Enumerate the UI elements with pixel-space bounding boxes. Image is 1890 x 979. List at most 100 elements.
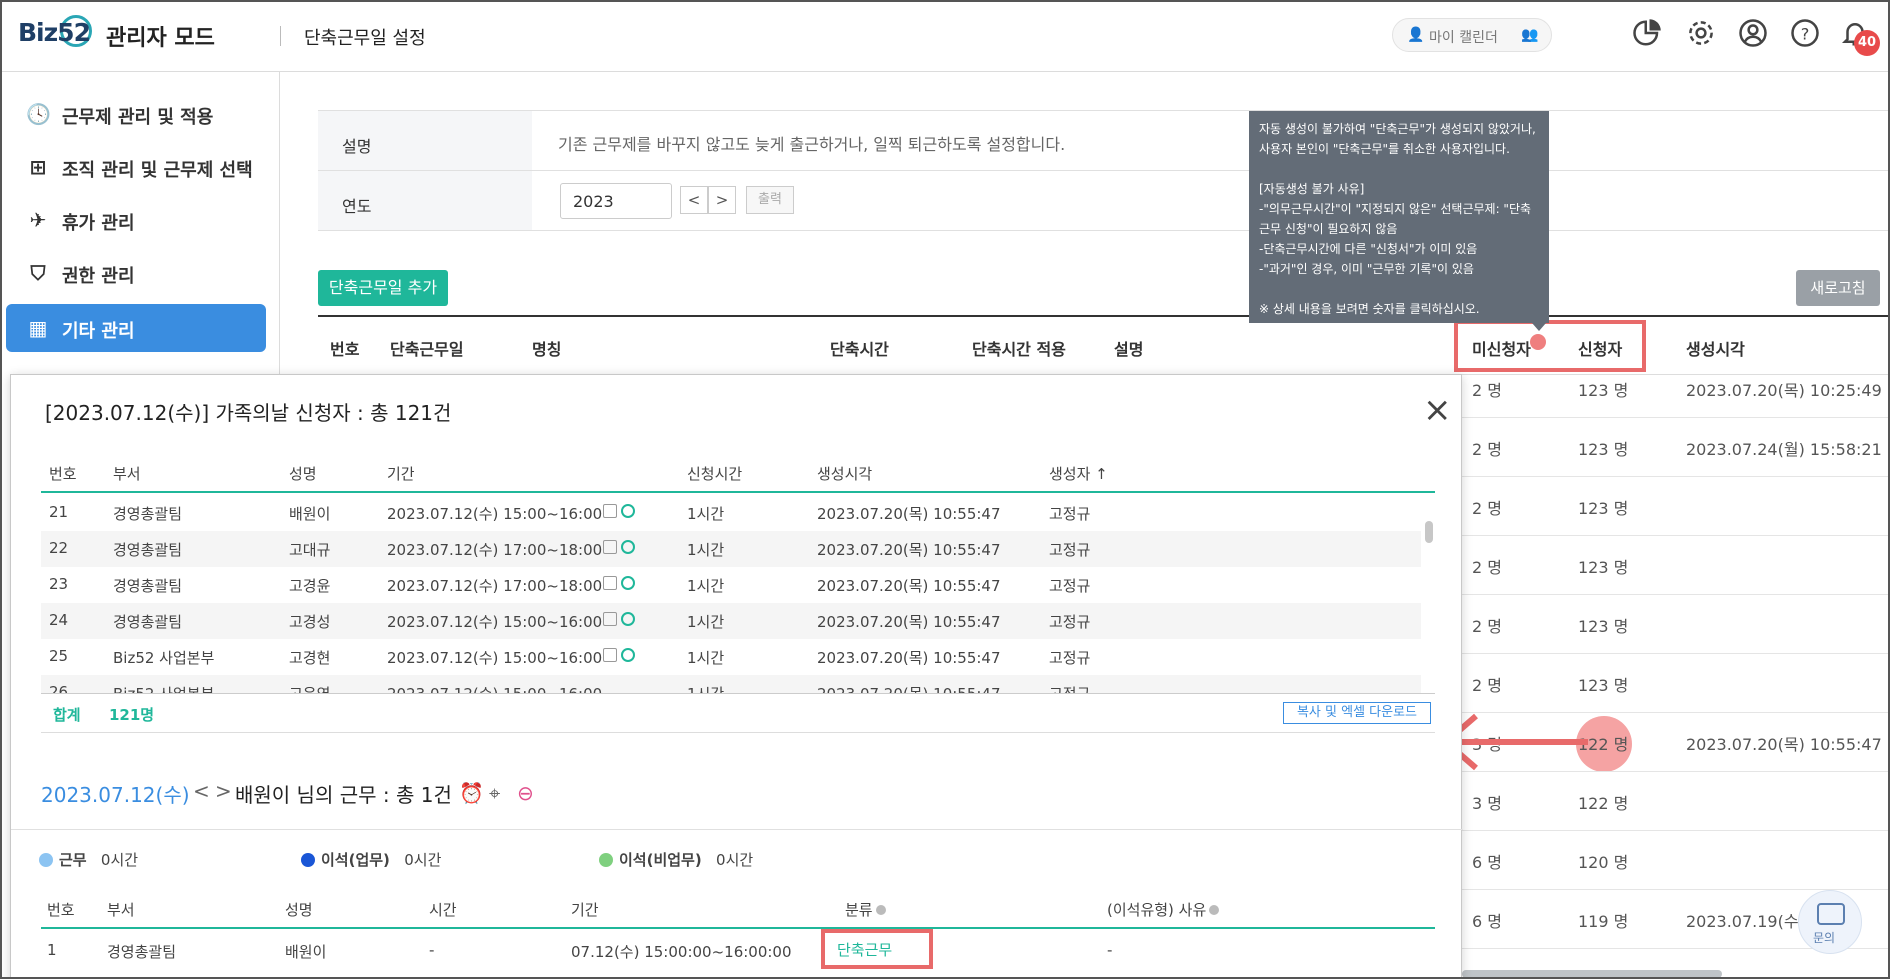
document-icon[interactable] <box>603 504 617 518</box>
col-date[interactable]: 단축근무일 <box>390 336 464 360</box>
col-short-apply[interactable]: 단축시간 적용 <box>972 336 1066 360</box>
col-name[interactable]: 성명 <box>289 463 317 484</box>
day-prev-button[interactable]: < <box>193 779 210 803</box>
sidebar-item-label: 권한 관리 <box>62 266 135 287</box>
history-icon[interactable] <box>621 504 635 518</box>
history-icon[interactable] <box>621 576 635 590</box>
add-short-workday-button[interactable]: 단축근무일 추가 <box>318 270 448 306</box>
excel-download-button[interactable]: 복사 및 엑셀 다운로드 <box>1283 702 1431 724</box>
short-work-category[interactable]: 단축근무 <box>821 929 933 969</box>
pie-chart-icon[interactable] <box>1630 18 1664 52</box>
applied-count[interactable]: 123 명 <box>1578 554 1628 578</box>
col-name[interactable]: 명칭 <box>532 336 561 360</box>
col-created[interactable]: 생성시각 <box>1686 336 1745 360</box>
applied-count[interactable]: 123 명 <box>1578 672 1628 696</box>
col-name[interactable]: 성명 <box>285 899 313 920</box>
col-short-time[interactable]: 단축시간 <box>830 336 889 360</box>
sidebar-item-etc[interactable]: ▦ 기타 관리 <box>6 304 266 352</box>
applied-count[interactable]: 122 명 <box>1578 790 1628 814</box>
unapplied-count[interactable]: 6 명 <box>1472 908 1502 932</box>
alarm-icon[interactable]: ⏰ <box>459 781 484 805</box>
day-next-button[interactable]: > <box>215 779 232 803</box>
user-icon: 👤 <box>1407 27 1425 43</box>
vertical-scrollbar[interactable] <box>1425 521 1433 543</box>
col-no[interactable]: 번호 <box>330 336 359 360</box>
table-row[interactable]: 26 Biz52 사업본부 고은영 2023.07.12(수) 15:00~16:00… <box>41 675 1421 693</box>
unapplied-count[interactable]: 2 명 <box>1472 554 1502 578</box>
document-icon[interactable] <box>603 612 617 626</box>
info-icon[interactable] <box>875 905 886 915</box>
unapplied-count[interactable]: 2 명 <box>1472 377 1502 401</box>
table-row[interactable]: 6 명 120 명 <box>1462 830 1888 890</box>
col-dept[interactable]: 부서 <box>113 463 141 484</box>
col-hours[interactable]: 신청시간 <box>687 463 742 484</box>
sidebar-item-organization[interactable]: ⊞ 조직 관리 및 근무제 선택 <box>6 143 266 191</box>
minus-circle-icon[interactable]: ⊖ <box>517 781 534 805</box>
document-icon[interactable] <box>603 648 617 662</box>
table-row[interactable]: 1 경영총괄팀 배원이 - 07.12(수) 15:00:00~16:00:00… <box>41 931 1435 971</box>
close-icon[interactable]: × <box>1423 393 1452 427</box>
my-calendar-button[interactable]: 👤 마이 캘린더 👥 <box>1392 18 1552 52</box>
info-icon[interactable] <box>1209 905 1220 915</box>
col-creator[interactable]: 생성자 ↑ <box>1049 463 1108 484</box>
row-dept: 경영총괄팀 <box>107 943 177 961</box>
unapplied-count[interactable]: 3 명 <box>1472 790 1502 814</box>
col-dept[interactable]: 부서 <box>107 899 135 920</box>
applied-count[interactable]: 119 명 <box>1578 908 1628 932</box>
history-icon[interactable] <box>621 540 635 554</box>
applied-count[interactable]: 123 명 <box>1578 377 1628 401</box>
document-icon[interactable] <box>603 576 617 590</box>
table-row[interactable]: 2 명 123 명 <box>1462 535 1888 595</box>
horizontal-scrollbar[interactable] <box>1462 970 1722 977</box>
sidebar-item-work-system[interactable]: 🕓 근무제 관리 및 적용 <box>6 90 266 138</box>
table-row[interactable]: 2 명 123 명 2023.07.24(월) 15:58:21 <box>1462 417 1888 477</box>
account-icon[interactable] <box>1736 18 1770 52</box>
table-row[interactable]: 22 경영총괄팀 고대규 2023.07.12(수) 17:00~18:00 1시간 20… <box>41 531 1421 567</box>
unapplied-count[interactable]: 2 명 <box>1472 436 1502 460</box>
unapplied-count[interactable]: 2 명 <box>1472 672 1502 696</box>
col-no[interactable]: 번호 <box>49 463 77 484</box>
gear-icon[interactable] <box>1684 18 1718 52</box>
sidebar-item-vacation[interactable]: ✈ 휴가 관리 <box>6 196 266 244</box>
col-time[interactable]: 시간 <box>429 899 457 920</box>
table-row[interactable]: 23 경영총괄팀 고경윤 2023.07.12(수) 17:00~18:00 1시간 20… <box>41 567 1421 603</box>
unapplied-count[interactable]: 2 명 <box>1472 613 1502 637</box>
history-icon[interactable] <box>621 612 635 626</box>
table-row[interactable]: 2 명 123 명 <box>1462 594 1888 654</box>
unapplied-count[interactable]: 2 명 <box>1472 495 1502 519</box>
applied-count[interactable]: 123 명 <box>1578 436 1628 460</box>
table-row[interactable]: 2 명 123 명 <box>1462 653 1888 713</box>
unapplied-count[interactable]: 6 명 <box>1472 849 1502 873</box>
history-icon[interactable] <box>621 648 635 662</box>
table-row[interactable]: 3 명 122 명 <box>1462 771 1888 831</box>
summary-bar: 합계 121명 복사 및 엑셀 다운로드 <box>41 693 1435 733</box>
col-category[interactable]: 분류 <box>845 899 886 920</box>
location-icon[interactable]: ⌖ <box>489 781 500 805</box>
col-no[interactable]: 번호 <box>47 899 75 920</box>
inquiry-button[interactable]: 문의 <box>1798 890 1862 954</box>
table-row[interactable]: 2 명 123 명 2023.07.20(목) 10:25:49 <box>1462 358 1888 418</box>
applied-count[interactable]: 120 명 <box>1578 849 1628 873</box>
document-icon[interactable] <box>603 540 617 554</box>
col-period[interactable]: 기간 <box>387 463 415 484</box>
export-button[interactable]: 출력 <box>746 186 794 214</box>
row-creator: 고정규 <box>1049 541 1091 559</box>
table-row[interactable]: 2 명 123 명 <box>1462 476 1888 536</box>
logo[interactable]: Biz52 <box>18 18 91 47</box>
help-icon[interactable]: ? <box>1788 18 1822 52</box>
divider <box>11 829 1463 830</box>
year-next-button[interactable]: > <box>708 186 736 214</box>
sidebar-item-permission[interactable]: ⛉ 권한 관리 <box>6 249 266 297</box>
year-prev-button[interactable]: < <box>680 186 708 214</box>
table-row[interactable]: 21 경영총괄팀 배원이 2023.07.12(수) 15:00~16:00 1시간 20… <box>41 495 1421 531</box>
table-row[interactable]: 25 Biz52 사업본부 고경현 2023.07.12(수) 15:00~16:00… <box>41 639 1421 675</box>
applied-count[interactable]: 123 명 <box>1578 613 1628 637</box>
col-created[interactable]: 생성시각 <box>817 463 872 484</box>
col-desc[interactable]: 설명 <box>1114 336 1143 360</box>
refresh-button[interactable]: 새로고침 <box>1796 270 1880 306</box>
applied-count[interactable]: 123 명 <box>1578 495 1628 519</box>
col-period[interactable]: 기간 <box>571 899 599 920</box>
col-reason[interactable]: (이석유형) 사유 <box>1107 899 1220 920</box>
year-input[interactable]: 2023 <box>560 183 672 219</box>
table-row[interactable]: 24 경영총괄팀 고경성 2023.07.12(수) 15:00~16:00 1시간 20… <box>41 603 1421 639</box>
